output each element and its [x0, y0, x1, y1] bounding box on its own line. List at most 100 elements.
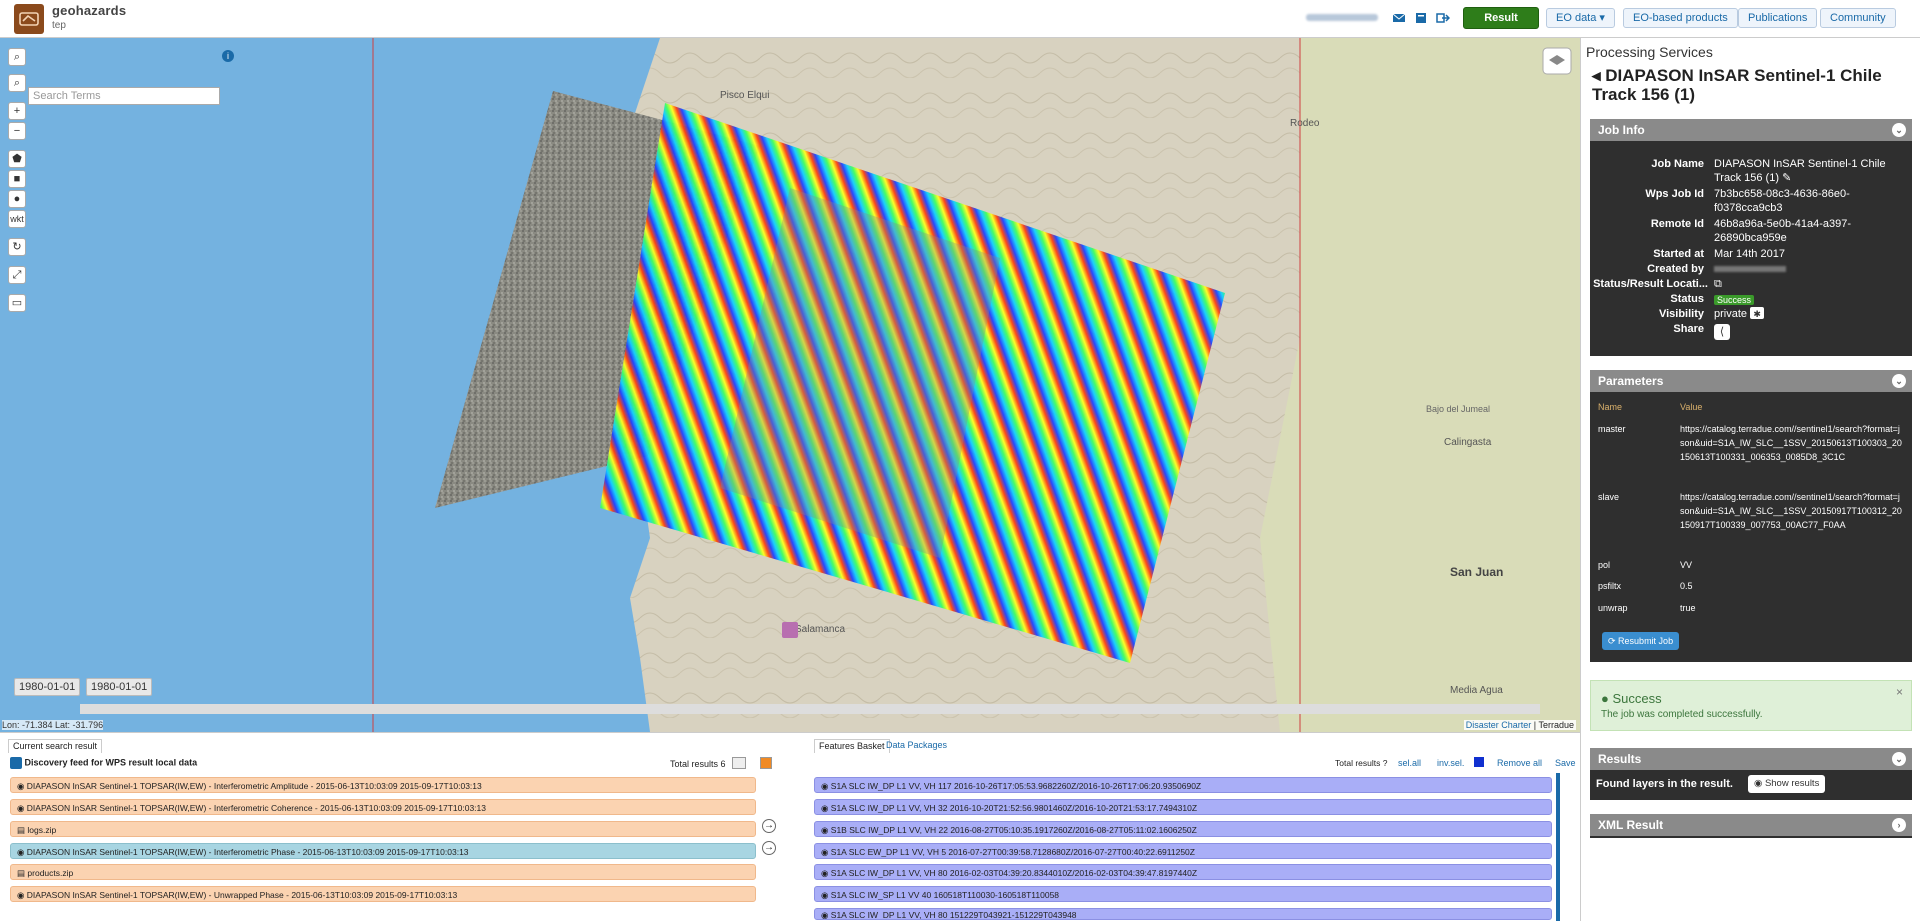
info-icon[interactable]: i: [222, 50, 234, 62]
book-icon[interactable]: [1414, 12, 1428, 24]
timeline-bar[interactable]: [80, 704, 1540, 714]
search-input[interactable]: Search Terms: [28, 87, 220, 105]
basket-row[interactable]: ◉ S1A SLC IW_DP L1 VV, VH 117 2016-10-26…: [814, 777, 1552, 793]
search-icon[interactable]: ⌕: [8, 48, 26, 66]
pencil-icon[interactable]: ✎: [1782, 172, 1791, 184]
select-all-button[interactable]: sel.all: [1398, 758, 1421, 768]
attribution-disaster-charter[interactable]: Disaster Charter: [1466, 720, 1532, 730]
basket-row[interactable]: ◉ S1A SLC IW_DP L1 VV, VH 80 151229T0439…: [814, 908, 1552, 920]
basket-row[interactable]: ◉ S1B SLC IW_DP L1 VV, VH 22 2016-08-27T…: [814, 821, 1552, 837]
date-start[interactable]: 1980-01-01: [14, 678, 81, 696]
draw-polygon-icon[interactable]: ⬟: [8, 150, 26, 168]
chevron-down-icon[interactable]: ⌄: [1892, 752, 1906, 766]
search-icon[interactable]: ⌕: [8, 74, 26, 92]
result-row[interactable]: ◉ DIAPASON InSAR Sentinel-1 TOPSAR(IW,EW…: [10, 799, 756, 815]
zoom-in-button[interactable]: +: [8, 102, 26, 120]
param-value: true: [1680, 603, 1696, 613]
eo-based-products-link[interactable]: EO-based products: [1623, 8, 1738, 28]
total-results-label: Total results: [670, 759, 719, 769]
job-info-section: Job Info ⌄ Job Name DIAPASON InSAR Sentin…: [1590, 119, 1912, 356]
mail-icon[interactable]: [1392, 12, 1406, 24]
map-marker-icon[interactable]: [782, 622, 798, 638]
success-title: Success: [1612, 691, 1662, 706]
eo-data-label: EO data: [1556, 12, 1597, 24]
gear-icon[interactable]: ✱: [1750, 307, 1765, 319]
zoom-out-button[interactable]: −: [8, 122, 26, 140]
xml-result-header[interactable]: XML Result ›: [1590, 814, 1912, 836]
chevron-right-icon[interactable]: ›: [1892, 818, 1906, 832]
map-view[interactable]: Pisco Elqui Rodeo Calingasta San Juan Sa…: [0, 38, 1580, 732]
result-row[interactable]: ◉ DIAPASON InSAR Sentinel-1 TOPSAR(IW,EW…: [10, 886, 756, 902]
basket-row[interactable]: ◉ S1A SLC IW_SP L1 VV 40 160518T110030-1…: [814, 886, 1552, 902]
attribution-terradue[interactable]: Terradue: [1538, 720, 1574, 730]
param-value: 0.5: [1680, 581, 1693, 591]
invert-selection-button[interactable]: inv.sel.: [1437, 758, 1464, 768]
chevron-down-icon[interactable]: ⌄: [1892, 374, 1906, 388]
results-header[interactable]: Results ⌄: [1590, 748, 1912, 770]
globe-icon: ◉: [17, 781, 27, 791]
show-results-button[interactable]: ◉ Show results: [1748, 775, 1826, 793]
field-label: Job Name: [1651, 158, 1704, 170]
map-canvas[interactable]: Pisco Elqui Rodeo Calingasta San Juan Sa…: [0, 38, 1580, 732]
share-icon[interactable]: [10, 757, 22, 769]
result-button[interactable]: Result: [1463, 7, 1539, 29]
remove-all-button[interactable]: Remove all: [1497, 758, 1542, 768]
eo-data-dropdown[interactable]: EO data ▾: [1546, 8, 1615, 28]
map-label: Bajo del Jumeal: [1426, 404, 1490, 414]
success-text: The job was completed successfully.: [1601, 709, 1763, 720]
result-row[interactable]: ▤ logs.zip: [10, 821, 756, 837]
tab-current-search[interactable]: Current search result: [8, 739, 103, 753]
wkt-button[interactable]: wkt: [8, 210, 26, 228]
save-button[interactable]: Save: [1555, 758, 1576, 768]
color-swatch-icon[interactable]: [1474, 757, 1484, 767]
eraser-icon[interactable]: ▭: [8, 294, 26, 312]
list-view-icon[interactable]: [732, 757, 746, 769]
arrow-right-icon[interactable]: →: [762, 819, 776, 833]
refresh-icon[interactable]: ↻: [8, 238, 26, 256]
result-row-selected[interactable]: ◉ DIAPASON InSAR Sentinel-1 TOPSAR(IW,EW…: [10, 843, 756, 859]
map-label: Rodeo: [1290, 118, 1320, 129]
parameters-header[interactable]: Parameters ⌄: [1590, 370, 1912, 392]
field-label: Started at: [1653, 248, 1704, 260]
wps-job-id-value: 7b3bc658-08c3-4636-86e0-f0378cca9cb3: [1714, 188, 1850, 214]
globe-icon: ◉: [821, 847, 831, 857]
eye-icon: ◉: [1754, 778, 1765, 789]
arrow-right-icon[interactable]: →: [762, 841, 776, 855]
job-info-header[interactable]: Job Info ⌄: [1590, 119, 1912, 141]
panel-title: Processing Services: [1586, 44, 1713, 60]
chevron-down-icon[interactable]: ⌄: [1892, 123, 1906, 137]
close-icon[interactable]: ×: [1896, 685, 1903, 699]
param-name: unwrap: [1598, 603, 1628, 613]
basket-row[interactable]: ◉ S1A SLC EW_DP L1 VV, VH 5 2016-07-27T0…: [814, 843, 1552, 859]
logout-icon[interactable]: [1436, 12, 1450, 24]
globe-icon: ◉: [821, 868, 831, 878]
total-results-value: ?: [1382, 758, 1388, 768]
tab-data-packages[interactable]: Data Packages: [886, 740, 947, 750]
geohazards-logo[interactable]: [14, 4, 44, 34]
param-name: pol: [1598, 560, 1611, 570]
color-swatch-icon[interactable]: [760, 757, 772, 769]
total-results-label: Total results: [1335, 758, 1381, 768]
basket-row[interactable]: ◉ S1A SLC IW_DP L1 VV, VH 80 2016-02-03T…: [814, 864, 1552, 880]
param-value: https://catalog.terradue.com//sentinel1/…: [1680, 424, 1902, 462]
share-icon[interactable]: ⟨: [1714, 324, 1730, 340]
community-link[interactable]: Community: [1820, 8, 1896, 28]
basket-row[interactable]: ◉ S1A SLC IW_DP L1 VV, VH 32 2016-10-20T…: [814, 799, 1552, 815]
fullscreen-icon[interactable]: ⤢: [8, 266, 26, 284]
param-name: psfiltx: [1598, 581, 1622, 591]
remote-id-value: 46b8a96a-5e0b-41a4-a397-26890bca959e: [1714, 218, 1852, 244]
draw-box-icon[interactable]: ■: [8, 170, 26, 188]
back-caret-icon[interactable]: ◂: [1592, 66, 1605, 85]
resubmit-job-button[interactable]: ⟳ Resubmit Job: [1602, 632, 1680, 650]
scrollbar[interactable]: [1556, 773, 1560, 921]
result-row[interactable]: ◉ DIAPASON InSAR Sentinel-1 TOPSAR(IW,EW…: [10, 777, 756, 793]
date-end[interactable]: 1980-01-01: [86, 678, 153, 696]
draw-point-icon[interactable]: ●: [8, 190, 26, 208]
tab-features-basket[interactable]: Features Basket: [814, 739, 890, 753]
result-row[interactable]: ▤ products.zip: [10, 864, 756, 880]
publications-link[interactable]: Publications: [1738, 8, 1818, 28]
param-name: master: [1598, 424, 1626, 434]
external-link-icon[interactable]: ⧉: [1714, 277, 1904, 291]
map-label: Salamanca: [795, 624, 845, 635]
user-name-blurred[interactable]: [1306, 14, 1378, 21]
